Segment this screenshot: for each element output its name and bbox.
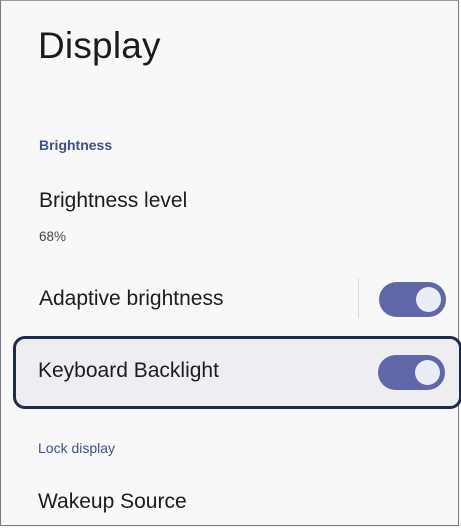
section-header-brightness: Brightness bbox=[39, 137, 113, 153]
adaptive-brightness-toggle[interactable] bbox=[379, 282, 446, 317]
item-divider bbox=[358, 278, 359, 318]
keyboard-backlight-label: Keyboard Backlight bbox=[38, 359, 219, 382]
brightness-level-value: 68% bbox=[39, 229, 67, 244]
keyboard-backlight-item[interactable]: Keyboard Backlight bbox=[13, 336, 461, 409]
brightness-level-label: Brightness level bbox=[39, 189, 188, 212]
adaptive-brightness-label: Adaptive brightness bbox=[39, 287, 224, 310]
toggle-thumb bbox=[416, 287, 441, 312]
section-header-lock-display: Lock display bbox=[38, 440, 116, 456]
wakeup-source-label: Wakeup Source bbox=[38, 490, 187, 513]
page-title: Display bbox=[38, 25, 161, 66]
toggle-thumb bbox=[415, 360, 440, 385]
keyboard-backlight-toggle[interactable] bbox=[378, 355, 445, 390]
